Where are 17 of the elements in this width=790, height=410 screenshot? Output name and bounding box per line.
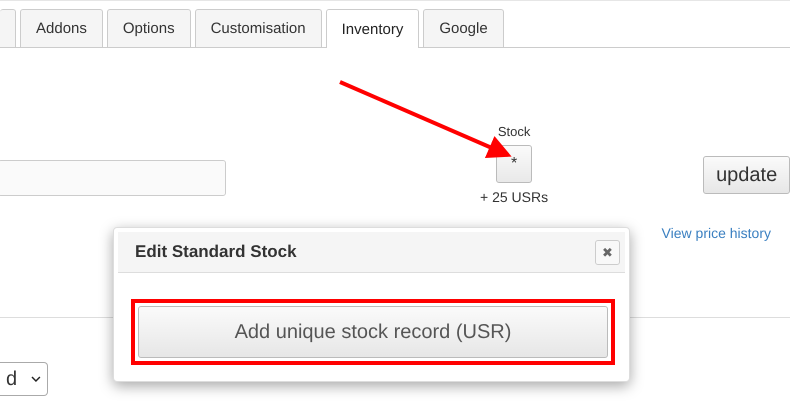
tab[interactable]: Google — [423, 9, 504, 47]
tab[interactable]: Addons — [20, 9, 103, 47]
tab[interactable]: Inventory — [326, 9, 420, 48]
stock-button[interactable]: * — [496, 145, 532, 183]
tab[interactable]: Options — [106, 9, 191, 47]
add-usr-button[interactable]: Add unique stock record (USR) — [138, 306, 608, 358]
price-history-link[interactable]: View price history — [662, 225, 771, 241]
usr-count: + 25 USRs — [480, 189, 548, 205]
select-field[interactable]: d — [0, 362, 48, 396]
close-button[interactable]: ✖ — [595, 240, 620, 264]
tab[interactable] — [0, 9, 16, 47]
input-field[interactable] — [0, 160, 226, 196]
update-button[interactable]: update — [703, 156, 790, 194]
tab[interactable]: Customisation — [194, 9, 322, 47]
dialog-title: Edit Standard Stock — [135, 242, 297, 262]
chevron-icon — [31, 376, 41, 382]
stock-label: Stock — [498, 124, 530, 139]
